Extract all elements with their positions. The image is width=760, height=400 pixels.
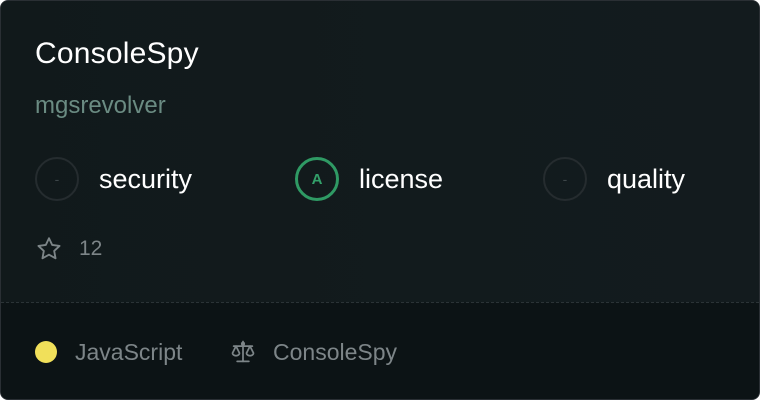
star-count[interactable]: 12 xyxy=(35,233,102,265)
star-icon xyxy=(35,235,63,263)
star-count-value: 12 xyxy=(79,237,103,260)
language-color-dot xyxy=(35,341,57,363)
language-label: JavaScript xyxy=(75,338,183,365)
grade-badge: - xyxy=(35,157,79,201)
repo-owner[interactable]: mgsrevolver xyxy=(35,90,166,122)
grade-label: security xyxy=(99,163,193,194)
grade-badge: - xyxy=(543,157,587,201)
repo-name[interactable]: ConsoleSpy xyxy=(35,35,199,73)
repo-license: ConsoleSpy xyxy=(229,335,397,369)
repo-card[interactable]: ConsoleSpy mgsrevolver - security A lice… xyxy=(0,0,760,400)
repo-language: JavaScript xyxy=(35,335,182,369)
grade-quality[interactable]: - quality xyxy=(543,155,685,203)
scale-icon xyxy=(229,338,257,366)
grade-label: license xyxy=(359,163,444,194)
grade-badge: A xyxy=(295,157,339,201)
license-label: ConsoleSpy xyxy=(273,338,398,365)
grade-label: quality xyxy=(607,163,686,194)
grade-license[interactable]: A license xyxy=(295,155,443,203)
grade-security[interactable]: - security xyxy=(35,155,192,203)
